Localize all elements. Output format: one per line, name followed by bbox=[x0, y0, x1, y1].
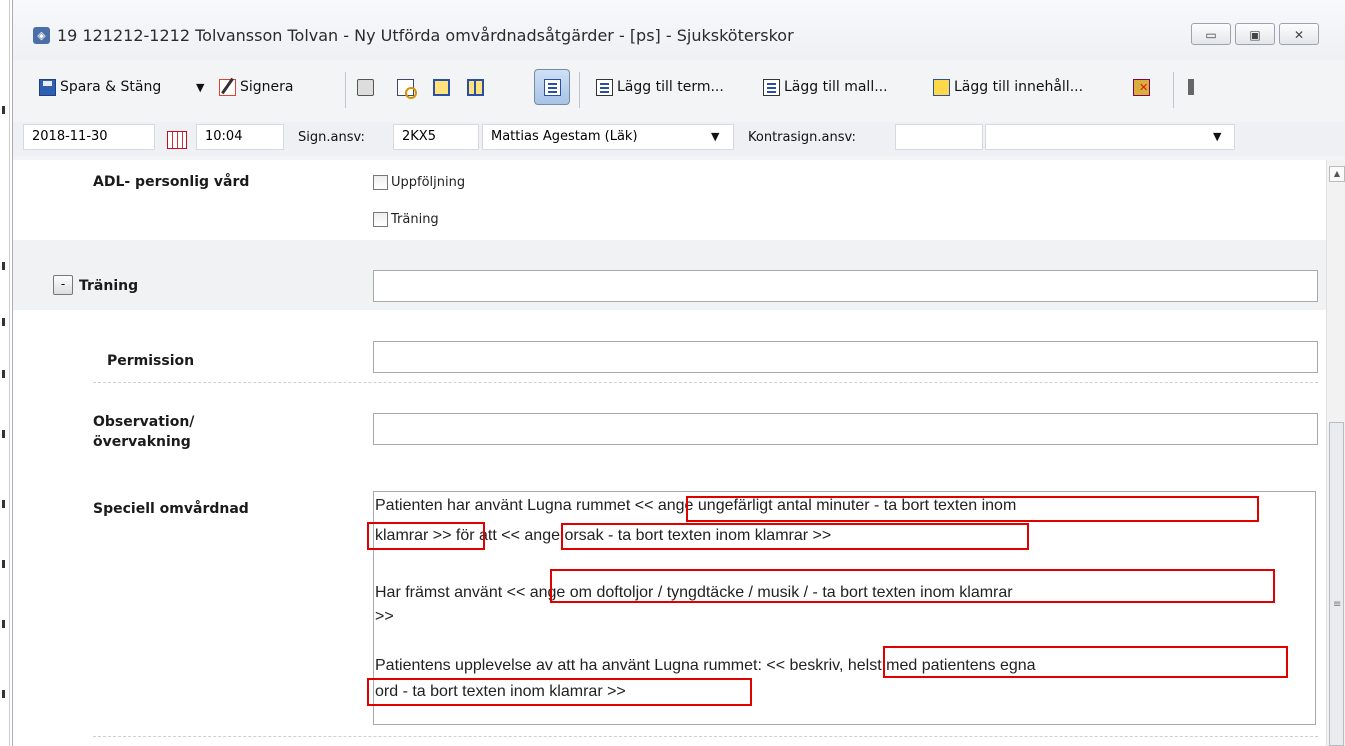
special-care-label: Speciell omvårdnad bbox=[93, 501, 249, 517]
add-content-label: Lägg till innehåll... bbox=[954, 79, 1084, 95]
close-button[interactable]: ✕ bbox=[1279, 23, 1319, 45]
sign-label: Signera bbox=[240, 79, 294, 95]
scroll-up-arrow[interactable]: ▲ bbox=[1329, 166, 1345, 182]
placeholder-highlight bbox=[550, 569, 1275, 603]
title-bar: ◈ 19 121212-1212 Tolvansson Tolvan - Ny … bbox=[13, 0, 1345, 60]
save-close-label: Spara & Stäng bbox=[60, 79, 162, 95]
add-content-icon bbox=[933, 78, 950, 96]
countersign-label: Kontrasign.ansv: bbox=[748, 130, 856, 145]
permission-label: Permission bbox=[107, 353, 195, 369]
countersign-code-field[interactable] bbox=[895, 124, 983, 150]
print-preview-button[interactable] bbox=[397, 72, 418, 102]
training-section-label: Träning bbox=[79, 278, 139, 294]
add-template-label: Lägg till mall... bbox=[784, 79, 888, 95]
chevron-down-icon[interactable]: ▼ bbox=[711, 130, 719, 143]
placeholder-highlight bbox=[883, 646, 1288, 678]
observation-input[interactable] bbox=[373, 413, 1318, 445]
delete-note-button[interactable] bbox=[1133, 72, 1154, 102]
minimize-button[interactable]: ▭ bbox=[1191, 23, 1231, 45]
signature-bar: 2018-11-30 10:04 Sign.ansv: 2KX5 Mattias… bbox=[13, 122, 1345, 156]
toolbar-separator bbox=[1173, 72, 1174, 108]
countersign-name-select[interactable] bbox=[985, 124, 1235, 150]
observation-label-line2: övervakning bbox=[93, 434, 191, 450]
add-term-label: Lägg till term... bbox=[617, 79, 724, 95]
speaker-icon bbox=[1188, 79, 1198, 95]
save-close-button[interactable]: Spara & Stäng bbox=[39, 72, 161, 102]
window-title: 19 121212-1212 Tolvansson Tolvan - Ny Ut… bbox=[57, 26, 794, 45]
calendar-icon[interactable] bbox=[167, 131, 187, 149]
save-dropdown-arrow[interactable]: ▼ bbox=[196, 72, 204, 102]
add-term-button[interactable]: Lägg till term... bbox=[596, 72, 724, 102]
checkbox-label: Träning bbox=[391, 212, 439, 227]
add-content-button[interactable]: Lägg till innehåll... bbox=[933, 72, 1083, 102]
sign-responsible-label: Sign.ansv: bbox=[298, 130, 365, 145]
maximize-button[interactable]: ▣ bbox=[1235, 23, 1275, 45]
add-template-icon bbox=[763, 78, 780, 96]
toolbar-separator bbox=[345, 72, 346, 108]
placeholder-highlight bbox=[686, 496, 1259, 522]
journal-window: ◈ 19 121212-1212 Tolvansson Tolvan - Ny … bbox=[12, 0, 1345, 746]
followup-checkbox[interactable]: Uppföljning bbox=[373, 175, 465, 190]
form-view-icon bbox=[544, 79, 561, 96]
placeholder-highlight bbox=[367, 678, 752, 706]
form-content: ADL- personlig vård Uppföljning Träning … bbox=[13, 160, 1326, 746]
checkbox-box bbox=[373, 175, 388, 190]
form-view-toggle[interactable] bbox=[534, 69, 570, 105]
printer-icon bbox=[357, 78, 374, 96]
divider bbox=[93, 382, 1318, 383]
placeholder-highlight bbox=[367, 522, 485, 550]
toolbar: Spara & Stäng ▼ Signera Lägg till term..… bbox=[13, 62, 1345, 114]
permission-input[interactable] bbox=[373, 341, 1318, 373]
placeholder-highlight bbox=[561, 523, 1029, 550]
chevron-down-icon[interactable]: ▼ bbox=[1213, 130, 1221, 143]
layout-rows-button[interactable] bbox=[433, 72, 454, 102]
rows-layout-icon bbox=[433, 78, 450, 96]
columns-layout-icon bbox=[467, 78, 484, 96]
layout-columns-button[interactable] bbox=[467, 72, 488, 102]
print-button[interactable] bbox=[357, 72, 378, 102]
grip-icon: ≡ bbox=[1333, 599, 1342, 610]
divider bbox=[93, 736, 1318, 737]
app-icon: ◈ bbox=[33, 27, 50, 44]
print-preview-icon bbox=[397, 78, 417, 99]
sign-name-select[interactable]: Mattias Agestam (Läk) bbox=[482, 124, 734, 150]
date-field[interactable]: 2018-11-30 bbox=[23, 124, 155, 150]
adl-label: ADL- personlig vård bbox=[93, 174, 250, 190]
toolbar-separator bbox=[579, 72, 580, 108]
checkbox-label: Uppföljning bbox=[391, 175, 466, 190]
collapse-button[interactable]: - bbox=[53, 275, 73, 295]
sign-code-field[interactable]: 2KX5 bbox=[393, 124, 479, 150]
vertical-scrollbar[interactable]: ▲ ≡ bbox=[1326, 160, 1345, 746]
text-line: >> bbox=[375, 608, 394, 625]
floppy-disk-icon bbox=[39, 78, 56, 96]
add-term-icon bbox=[596, 78, 613, 96]
checkbox-box bbox=[373, 212, 388, 227]
sign-button[interactable]: Signera bbox=[219, 72, 293, 102]
pen-icon bbox=[219, 78, 236, 96]
observation-label-line1: Observation/ bbox=[93, 414, 195, 430]
delete-icon bbox=[1133, 78, 1150, 96]
background-window-edge bbox=[0, 0, 10, 746]
speech-button[interactable] bbox=[1188, 72, 1202, 102]
training-input[interactable] bbox=[373, 270, 1318, 302]
add-template-button[interactable]: Lägg till mall... bbox=[763, 72, 888, 102]
scrollbar-thumb[interactable]: ≡ bbox=[1329, 422, 1344, 746]
training-checkbox[interactable]: Träning bbox=[373, 212, 439, 227]
time-field[interactable]: 10:04 bbox=[196, 124, 284, 150]
